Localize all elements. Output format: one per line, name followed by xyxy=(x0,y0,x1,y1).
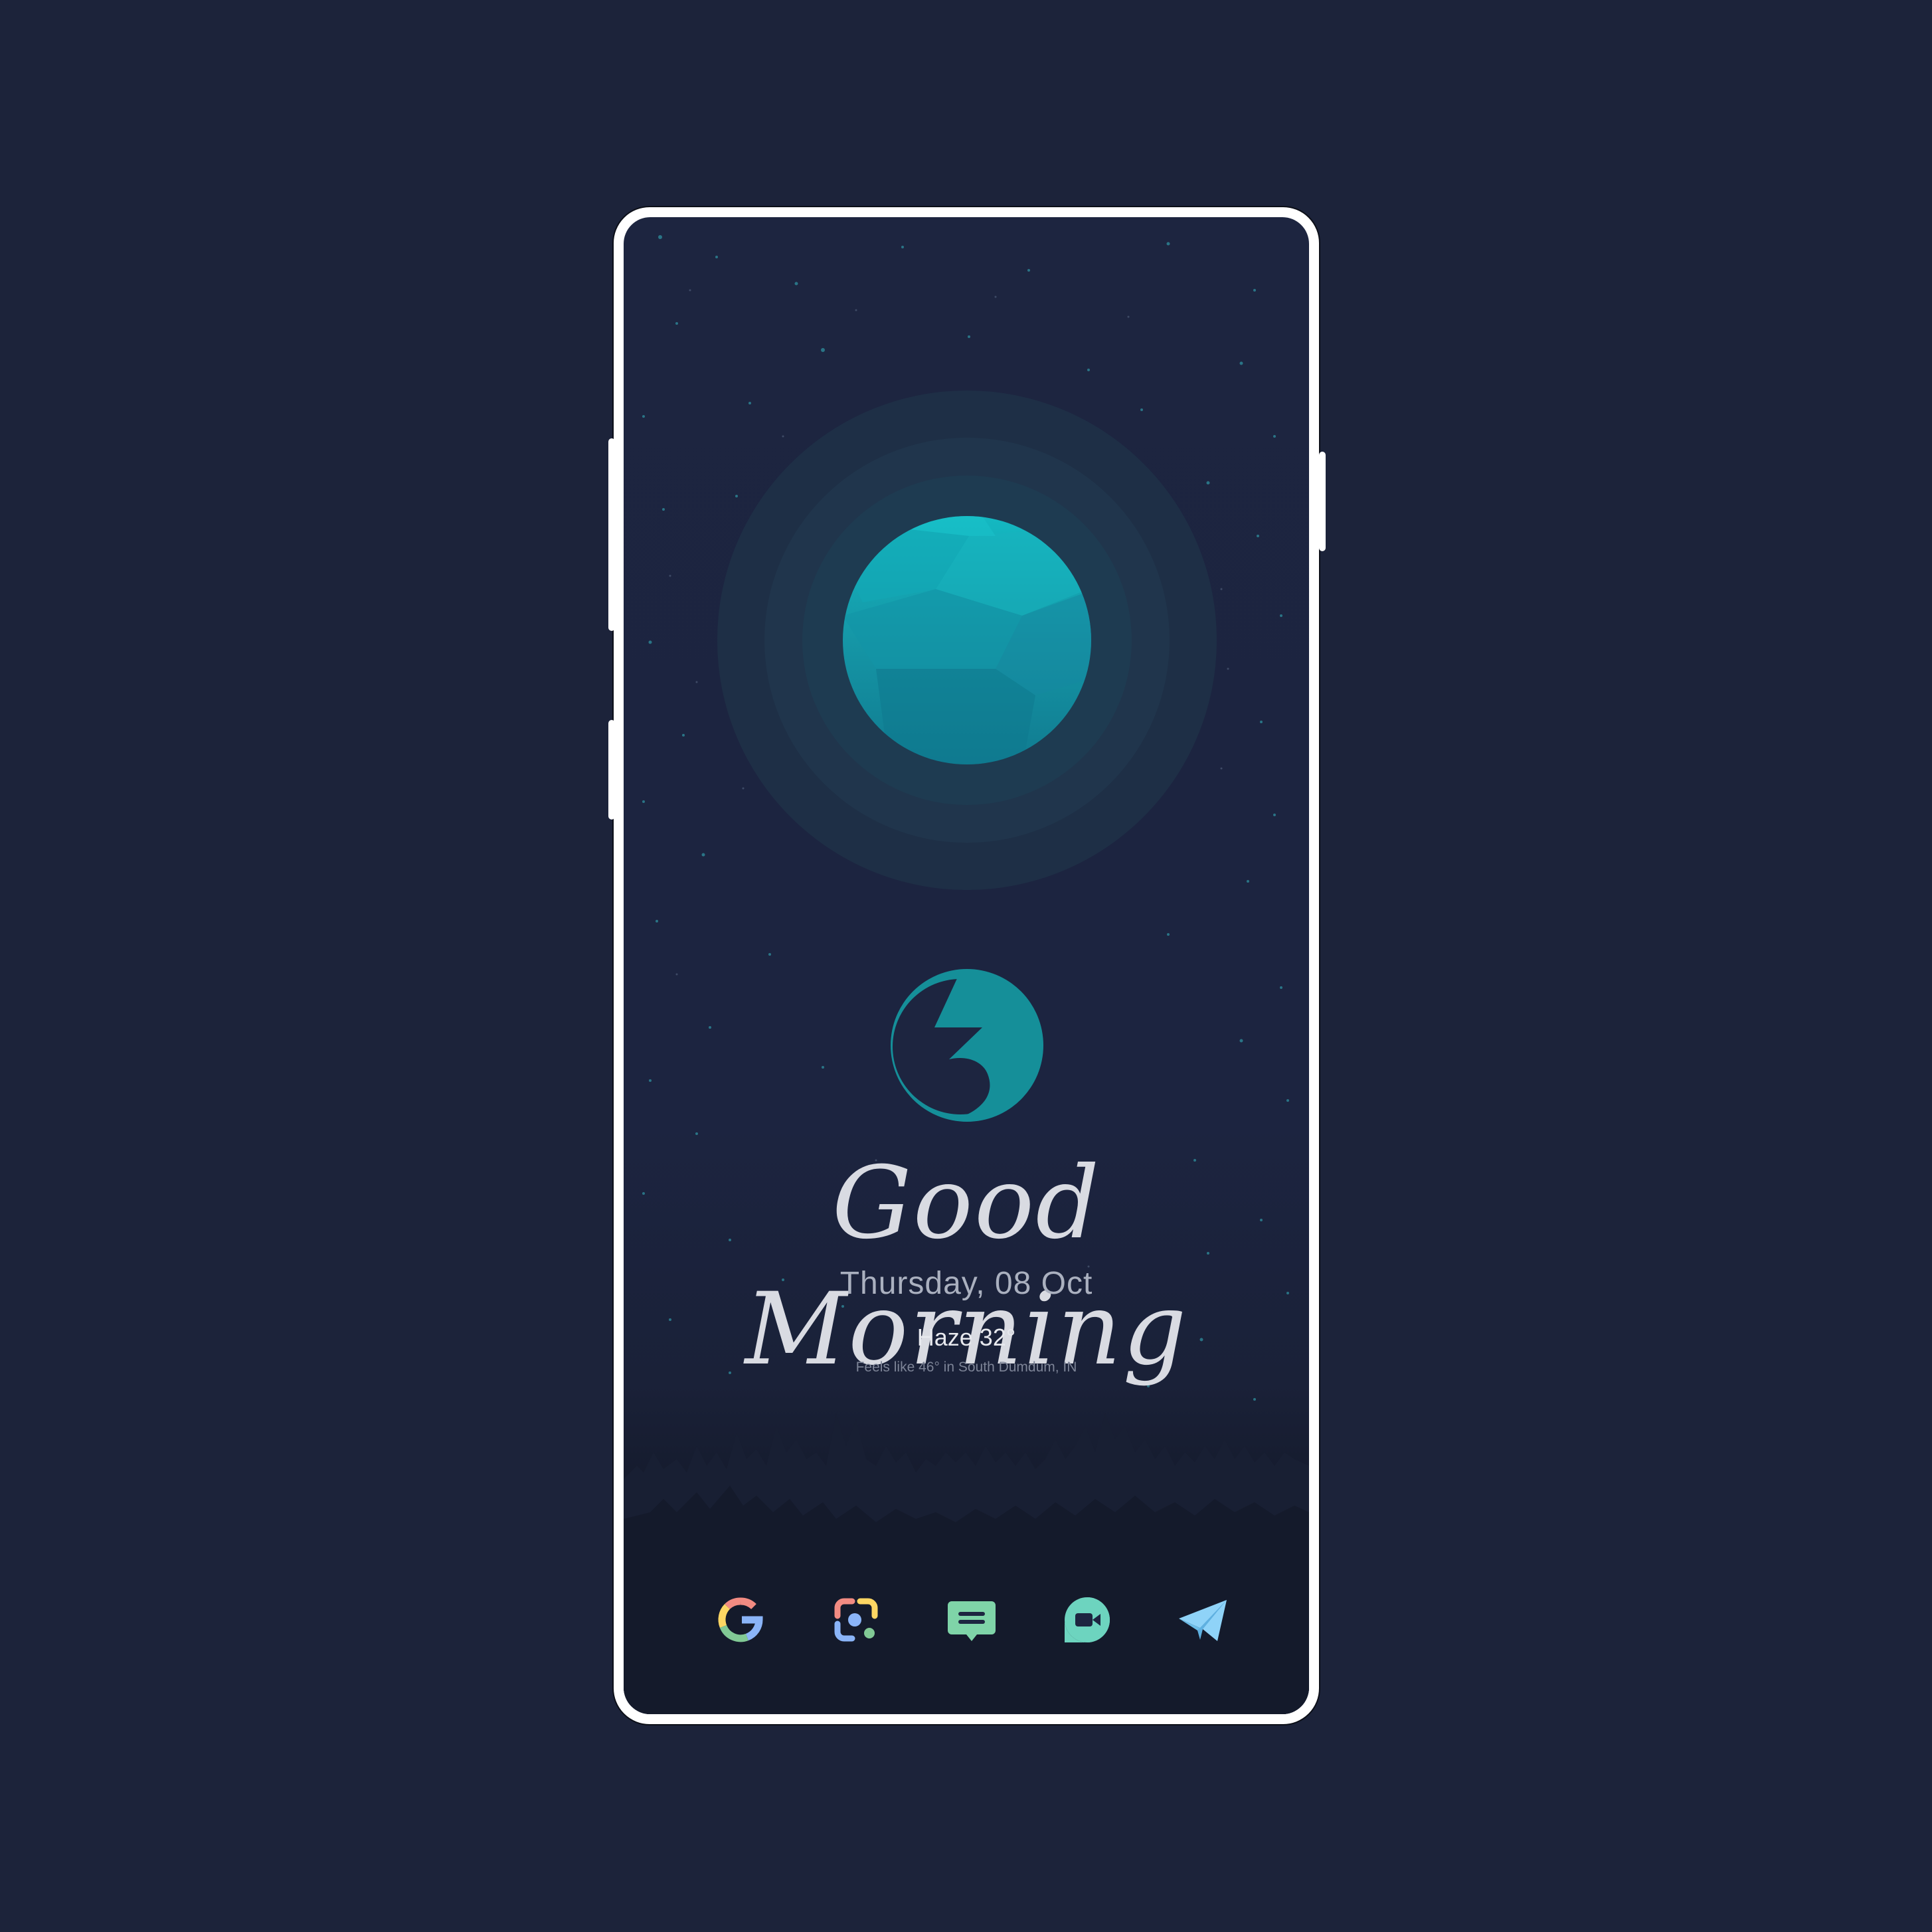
phone-screen: Good Morning Thursday, 08 Oct Haze 32° F… xyxy=(624,217,1309,1714)
lens-scanner-icon xyxy=(834,1598,878,1642)
volume-button-upper xyxy=(608,438,615,631)
video-call-icon xyxy=(1065,1597,1110,1642)
telegram-app[interactable] xyxy=(1175,1592,1231,1648)
app-dock xyxy=(624,1580,1309,1660)
duo-app[interactable] xyxy=(1059,1592,1115,1648)
volume-button-lower xyxy=(608,720,615,820)
message-bubble-icon xyxy=(948,1601,996,1641)
messages-app[interactable] xyxy=(944,1592,1000,1648)
paper-plane-icon xyxy=(1179,1600,1227,1641)
power-button xyxy=(1319,452,1326,551)
weather-details: Feels like 46° in South Dumdum, IN xyxy=(855,1360,1077,1375)
forest-silhouette xyxy=(624,1413,1309,1714)
google-g-icon xyxy=(718,1597,763,1642)
weather-summary[interactable]: Haze 32° xyxy=(624,1324,1309,1352)
phone-frame: Good Morning Thursday, 08 Oct Haze 32° F… xyxy=(608,206,1326,1725)
wallpaper-showcase: Good Morning Thursday, 08 Oct Haze 32° F… xyxy=(0,0,1932,1932)
lens-app[interactable] xyxy=(828,1592,884,1648)
google-app[interactable] xyxy=(713,1592,768,1648)
date-text: Thursday, 08 Oct xyxy=(839,1266,1093,1301)
